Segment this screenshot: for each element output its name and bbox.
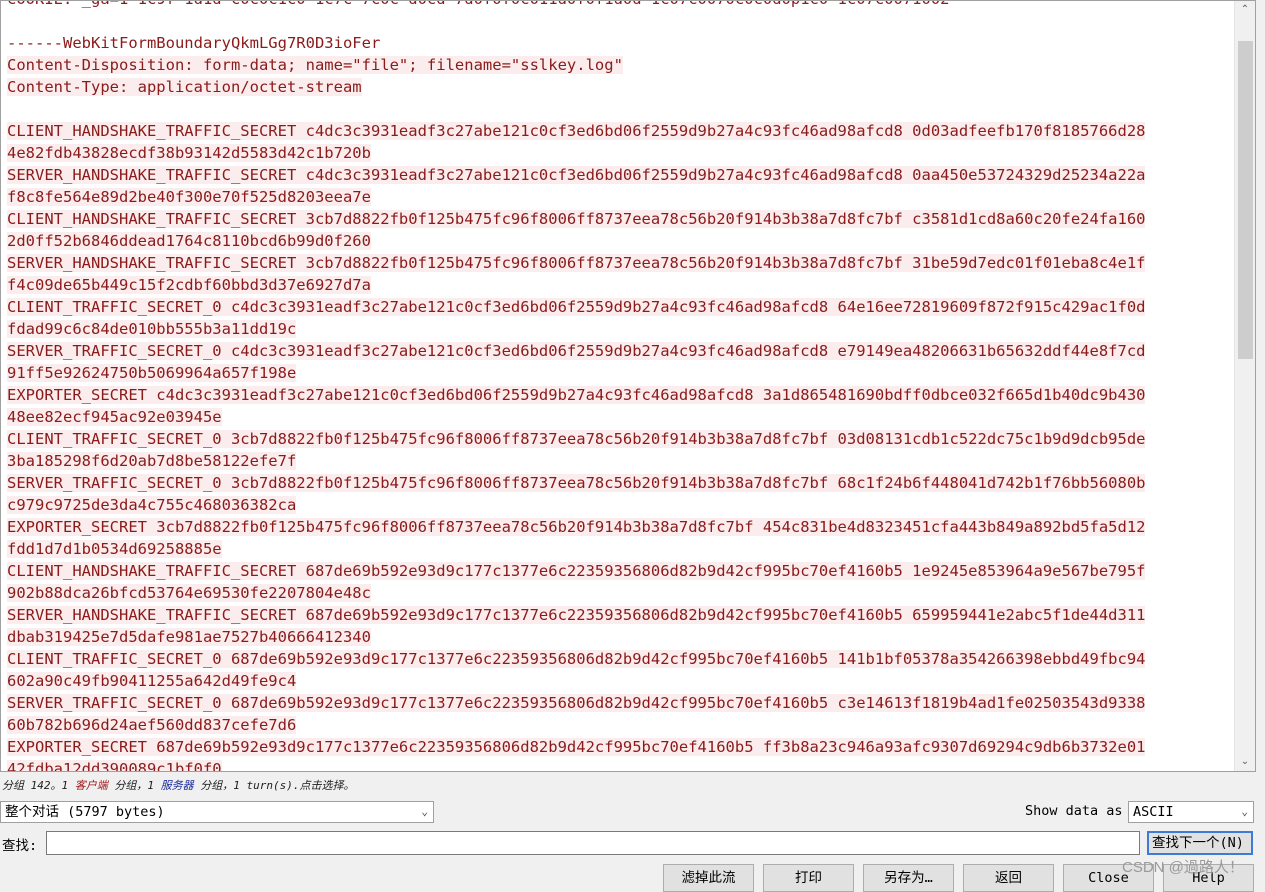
stream-line: EXPORTER_SECRET 3cb7d8822fb0f125b475fc96… xyxy=(7,516,1231,538)
stream-line-text: 91ff5e92624750b5069964a657f198e xyxy=(7,364,297,382)
stream-line: CLIENT_HANDSHAKE_TRAFFIC_SECRET 687de69b… xyxy=(7,560,1231,582)
stream-status: 分组 142。1 客户端 分组，1 服务器 分组，1 turn(s).点击选择。 xyxy=(2,777,354,793)
back-button[interactable]: 返回 xyxy=(963,864,1054,892)
stream-line-text: CLIENT_TRAFFIC_SECRET_0 3cb7d8822fb0f125… xyxy=(7,430,1146,448)
stream-line: 60b782b696d24aef560dd837cefe7d6 xyxy=(7,714,1231,736)
conversation-select-value: 整个对话 (5797 bytes) xyxy=(5,804,165,820)
stream-line: 48ee82ecf945ac92e03945e xyxy=(7,406,1231,428)
stream-line-text: EXPORTER_SECRET 3cb7d8822fb0f125b475fc96… xyxy=(7,518,1146,536)
stream-line: 4e82fdb43828ecdf38b93142d5583d42c1b720b xyxy=(7,142,1231,164)
stream-line: c979c9725de3da4c755c468036382ca xyxy=(7,494,1231,516)
stream-line: SERVER_HANDSHAKE_TRAFFIC_SECRET c4dc3c39… xyxy=(7,164,1231,186)
stream-line-text: fdd1d7d1b0534d69258885e xyxy=(7,540,222,558)
conversation-select[interactable]: 整个对话 (5797 bytes) ⌄ xyxy=(0,801,434,823)
stream-line-text: dbab319425e7d5dafe981ae7527b40666412340 xyxy=(7,628,371,646)
stream-line: CLIENT_TRAFFIC_SECRET_0 687de69b592e93d9… xyxy=(7,648,1231,670)
show-data-select[interactable]: ASCII ⌄ xyxy=(1128,801,1254,823)
stream-line-text: CLIENT_HANDSHAKE_TRAFFIC_SECRET c4dc3c39… xyxy=(7,122,1146,140)
chevron-down-icon[interactable]: ⌄ xyxy=(1235,753,1255,771)
stream-text[interactable]: COOKIE: _ga=1-1c9f-1d1d-c0c0c1c0-1c7c-7c… xyxy=(7,1,1231,771)
stream-line-text: CLIENT_HANDSHAKE_TRAFFIC_SECRET 3cb7d882… xyxy=(7,210,1146,228)
status-server-label: 服务器 xyxy=(160,779,194,792)
stream-line-text: SERVER_HANDSHAKE_TRAFFIC_SECRET c4dc3c39… xyxy=(7,166,1146,184)
stream-line: ------WebKitFormBoundaryQkmLGg7R0D3ioFer xyxy=(7,32,1231,54)
stream-line: 3ba185298f6d20ab7d8be58122efe7f xyxy=(7,450,1231,472)
stream-line: 602a90c49fb90411255a642d49fe9c4 xyxy=(7,670,1231,692)
stream-line: dbab319425e7d5dafe981ae7527b40666412340 xyxy=(7,626,1231,648)
stream-line: CLIENT_HANDSHAKE_TRAFFIC_SECRET c4dc3c39… xyxy=(7,120,1231,142)
chevron-up-icon[interactable]: ⌃ xyxy=(1235,1,1255,19)
stream-line: COOKIE: _ga=1-1c9f-1d1d-c0c0c1c0-1c7c-7c… xyxy=(7,1,1231,10)
stream-line-text: 2d0ff52b6846ddead1764c8110bcd6b99d0f260 xyxy=(7,232,371,250)
stream-line-text: CLIENT_TRAFFIC_SECRET_0 687de69b592e93d9… xyxy=(7,650,1146,668)
stream-line-text: COOKIE: _ga=1-1c9f-1d1d-c0c0c1c0-1c7c-7c… xyxy=(7,1,950,8)
stream-line: CLIENT_TRAFFIC_SECRET_0 3cb7d8822fb0f125… xyxy=(7,428,1231,450)
status-suffix: 分组，1 turn(s).点击选择。 xyxy=(193,779,355,792)
stream-line: f8c8fe564e89d2be40f300e70f525d8203eea7e xyxy=(7,186,1231,208)
stream-line: SERVER_HANDSHAKE_TRAFFIC_SECRET 687de69b… xyxy=(7,604,1231,626)
stream-line xyxy=(7,10,1231,32)
scrollbar-thumb[interactable] xyxy=(1238,41,1253,359)
stream-line-text: 902b88dca26bfcd53764e69530fe2207804e48c xyxy=(7,584,371,602)
stream-line-text: 602a90c49fb90411255a642d49fe9c4 xyxy=(7,672,297,690)
find-input[interactable] xyxy=(46,831,1140,855)
stream-content-pane[interactable]: COOKIE: _ga=1-1c9f-1d1d-c0c0c1c0-1c7c-7c… xyxy=(0,0,1256,772)
stream-line-text: EXPORTER_SECRET 687de69b592e93d9c177c137… xyxy=(7,738,1146,756)
find-next-button[interactable]: 查找下一个(N) xyxy=(1147,831,1253,855)
stream-line-text: 48ee82ecf945ac92e03945e xyxy=(7,408,222,426)
stream-line-text: Content-Disposition: form-data; name="fi… xyxy=(7,56,623,74)
save-as-button[interactable]: 另存为… xyxy=(863,864,954,892)
stream-line-text: c979c9725de3da4c755c468036382ca xyxy=(7,496,297,514)
stream-line-text: SERVER_HANDSHAKE_TRAFFIC_SECRET 687de69b… xyxy=(7,606,1146,624)
stream-line-text: CLIENT_HANDSHAKE_TRAFFIC_SECRET 687de69b… xyxy=(7,562,1146,580)
status-middle: 分组，1 xyxy=(107,779,161,792)
stream-line: CLIENT_HANDSHAKE_TRAFFIC_SECRET 3cb7d882… xyxy=(7,208,1231,230)
stream-line-text: 42fdba12dd390089c1bf0f0 xyxy=(7,760,222,771)
stream-line-text: SERVER_HANDSHAKE_TRAFFIC_SECRET 3cb7d882… xyxy=(7,254,1146,272)
status-client-label: 客户端 xyxy=(74,779,108,792)
stream-line: 42fdba12dd390089c1bf0f0 xyxy=(7,758,1231,771)
stream-line: EXPORTER_SECRET c4dc3c3931eadf3c27abe121… xyxy=(7,384,1231,406)
stream-line-text: EXPORTER_SECRET c4dc3c3931eadf3c27abe121… xyxy=(7,386,1146,404)
stream-line-text: SERVER_TRAFFIC_SECRET_0 c4dc3c3931eadf3c… xyxy=(7,342,1146,360)
stream-line-text: SERVER_TRAFFIC_SECRET_0 3cb7d8822fb0f125… xyxy=(7,474,1146,492)
stream-line: 91ff5e92624750b5069964a657f198e xyxy=(7,362,1231,384)
chevron-down-icon: ⌄ xyxy=(1241,805,1248,818)
stream-line: Content-Disposition: form-data; name="fi… xyxy=(7,54,1231,76)
find-label: 查找: xyxy=(2,838,38,854)
print-button[interactable]: 打印 xyxy=(763,864,854,892)
vertical-scrollbar[interactable]: ⌃ ⌄ xyxy=(1234,1,1255,771)
stream-line: 902b88dca26bfcd53764e69530fe2207804e48c xyxy=(7,582,1231,604)
stream-line: f4c09de65b449c15f2cdbf60bbd3d37e6927d7a xyxy=(7,274,1231,296)
status-prefix: 分组 142。1 xyxy=(2,779,75,792)
watermark: CSDN @過路人！ xyxy=(1122,859,1244,876)
stream-line-text: 4e82fdb43828ecdf38b93142d5583d42c1b720b xyxy=(7,144,371,162)
stream-line: fdad99c6c84de010bb555b3a11dd19c xyxy=(7,318,1231,340)
stream-line: fdd1d7d1b0534d69258885e xyxy=(7,538,1231,560)
stream-line: CLIENT_TRAFFIC_SECRET_0 c4dc3c3931eadf3c… xyxy=(7,296,1231,318)
stream-line: EXPORTER_SECRET 687de69b592e93d9c177c137… xyxy=(7,736,1231,758)
stream-line: Content-Type: application/octet-stream xyxy=(7,76,1231,98)
stream-line-text: Content-Type: application/octet-stream xyxy=(7,78,362,96)
chevron-down-icon: ⌄ xyxy=(421,805,428,818)
stream-line: SERVER_TRAFFIC_SECRET_0 687de69b592e93d9… xyxy=(7,692,1231,714)
stream-line-text: ------WebKitFormBoundaryQkmLGg7R0D3ioFer xyxy=(7,34,381,52)
stream-line-text: SERVER_TRAFFIC_SECRET_0 687de69b592e93d9… xyxy=(7,694,1146,712)
stream-line-text: f8c8fe564e89d2be40f300e70f525d8203eea7e xyxy=(7,188,371,206)
stream-line: SERVER_HANDSHAKE_TRAFFIC_SECRET 3cb7d882… xyxy=(7,252,1231,274)
stream-line: 2d0ff52b6846ddead1764c8110bcd6b99d0f260 xyxy=(7,230,1231,252)
show-data-select-value: ASCII xyxy=(1133,804,1174,820)
stream-line: SERVER_TRAFFIC_SECRET_0 3cb7d8822fb0f125… xyxy=(7,472,1231,494)
stream-line: SERVER_TRAFFIC_SECRET_0 c4dc3c3931eadf3c… xyxy=(7,340,1231,362)
stream-line-text: 60b782b696d24aef560dd837cefe7d6 xyxy=(7,716,297,734)
stream-line-text: fdad99c6c84de010bb555b3a11dd19c xyxy=(7,320,297,338)
show-data-label: Show data as xyxy=(1025,803,1123,819)
stream-line-text: 3ba185298f6d20ab7d8be58122efe7f xyxy=(7,452,297,470)
filter-out-stream-button[interactable]: 滤掉此流 xyxy=(663,864,754,892)
stream-line-text: CLIENT_TRAFFIC_SECRET_0 c4dc3c3931eadf3c… xyxy=(7,298,1146,316)
stream-line xyxy=(7,98,1231,120)
stream-line-text: f4c09de65b449c15f2cdbf60bbd3d37e6927d7a xyxy=(7,276,371,294)
